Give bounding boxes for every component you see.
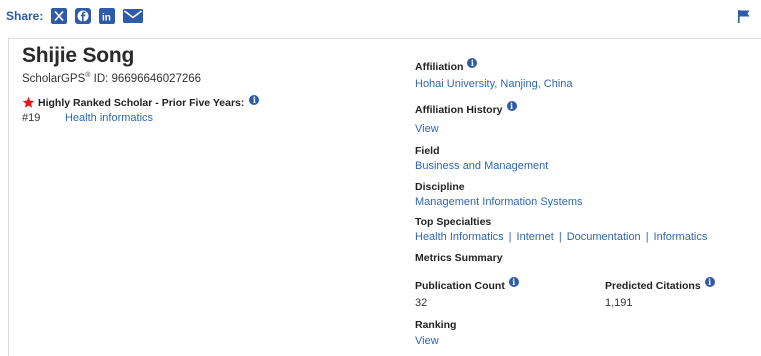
- scholar-name: Shijie Song: [22, 44, 135, 67]
- rank-entry: #19 Health informatics: [22, 112, 153, 124]
- discipline-link[interactable]: Management Information Systems: [415, 196, 583, 208]
- top-specialties-list: Health Informatics | Internet | Documentatio…: [415, 231, 707, 243]
- publication-count-label: Publication Count: [415, 280, 505, 292]
- affiliation-link[interactable]: Hohai University, Nanjing, China: [415, 78, 573, 90]
- predicted-citations-value: 1,191: [605, 297, 633, 309]
- profile-card: Shijie Song ScholarGPS® ID: 966966460272…: [8, 38, 761, 356]
- metrics-summary-label: Metrics Summary: [415, 252, 503, 264]
- affiliation-heading: Affiliation i: [415, 58, 478, 73]
- facebook-icon[interactable]: [75, 8, 92, 24]
- gps-brand: ScholarGPS: [22, 72, 86, 85]
- share-label: Share:: [6, 9, 44, 23]
- info-icon[interactable]: i: [508, 277, 519, 287]
- info-icon[interactable]: i: [704, 277, 715, 287]
- predicted-citations-heading: Predicted Citations i: [605, 277, 715, 292]
- specialty-link[interactable]: Informatics: [654, 231, 708, 243]
- specialty-link[interactable]: Health Informatics: [415, 231, 504, 243]
- affiliation-label: Affiliation: [415, 61, 464, 73]
- rank-field-link[interactable]: Health informatics: [65, 112, 153, 124]
- rank-number: #19: [22, 112, 41, 124]
- flag-icon[interactable]: [737, 9, 753, 23]
- ranking-label: Ranking: [415, 319, 457, 331]
- info-icon[interactable]: i: [249, 94, 260, 105]
- ranking-view-link[interactable]: View: [415, 335, 439, 347]
- info-icon[interactable]: i: [467, 58, 478, 68]
- x-twitter-icon[interactable]: [51, 8, 68, 24]
- predicted-citations-label: Predicted Citations: [605, 280, 701, 292]
- gps-id-value: ID: 96696646027266: [90, 72, 202, 85]
- share-bar: Share: in: [6, 6, 151, 26]
- affiliation-history-label: Affiliation History: [415, 104, 503, 116]
- discipline-label: Discipline: [415, 181, 465, 193]
- affiliation-history-heading: Affiliation History i: [415, 101, 517, 116]
- linkedin-icon[interactable]: in: [99, 8, 116, 24]
- separator: |: [508, 231, 512, 243]
- email-icon[interactable]: [123, 8, 144, 24]
- star-icon: [22, 96, 35, 108]
- specialty-link[interactable]: Internet: [517, 231, 554, 243]
- affiliation-history-view-link[interactable]: View: [415, 123, 439, 135]
- highly-ranked-label: Highly Ranked Scholar - Prior Five Years…: [38, 96, 245, 109]
- svg-text:in: in: [102, 13, 111, 24]
- specialty-link[interactable]: Documentation: [567, 231, 641, 243]
- separator: |: [645, 231, 649, 243]
- separator: |: [558, 231, 562, 243]
- field-link[interactable]: Business and Management: [415, 160, 548, 172]
- scholar-gps-id: ScholarGPS® ID: 96696646027266: [22, 72, 201, 85]
- field-label: Field: [415, 145, 440, 157]
- info-icon[interactable]: i: [506, 101, 517, 111]
- highly-ranked-row: Highly Ranked Scholar - Prior Five Years…: [22, 94, 260, 109]
- top-specialties-label: Top Specialties: [415, 216, 492, 228]
- publication-count-heading: Publication Count i: [415, 277, 519, 292]
- publication-count-value: 32: [415, 297, 428, 309]
